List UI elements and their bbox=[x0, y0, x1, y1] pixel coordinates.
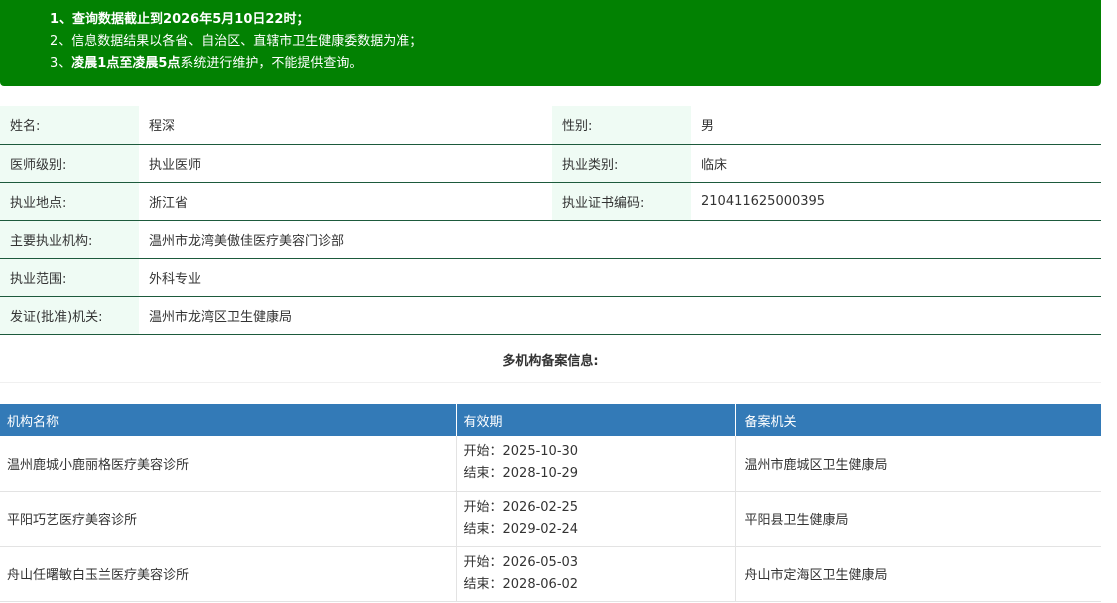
row-period: 开始：2026-05-03 结束：2028-06-02 bbox=[456, 546, 736, 602]
info-row-level: 医师级别: 执业医师 执业类别: 临床 bbox=[0, 144, 1101, 183]
period-start: 开始：2026-02-25 bbox=[463, 499, 579, 515]
org-label: 主要执业机构: bbox=[0, 220, 139, 259]
multi-org-table: 机构名称 有效期 备案机关 温州鹿城小鹿丽格医疗美容诊所 开始：2025-10-… bbox=[0, 404, 1101, 602]
authority-label: 发证(批准)机关: bbox=[0, 296, 139, 335]
notice-line-3-suffix: 系统进行维护，不能提供查询。 bbox=[180, 56, 363, 71]
notice-banner: 1、查询数据截止到2026年5月10日22时； 2、信息数据结果以各省、自治区、… bbox=[0, 0, 1101, 86]
location-label: 执业地点: bbox=[0, 182, 139, 221]
header-authority: 备案机关 bbox=[735, 404, 1101, 436]
row-authority: 舟山市定海区卫生健康局 bbox=[735, 546, 1101, 602]
category-label: 执业类别: bbox=[552, 144, 691, 183]
period-end: 结束：2028-10-29 bbox=[463, 466, 579, 482]
authority-value: 温州市龙湾区卫生健康局 bbox=[139, 296, 1101, 335]
row-org-name: 平阳巧艺医疗美容诊所 bbox=[0, 491, 457, 547]
org-value: 温州市龙湾美傲佳医疗美容门诊部 bbox=[139, 220, 1101, 259]
notice-line-1: 1、查询数据截止到2026年5月10日22时； bbox=[50, 12, 310, 27]
table-row: 温州鹿城小鹿丽格医疗美容诊所 开始：2025-10-30 结束：2028-10-… bbox=[0, 436, 1101, 492]
multi-org-header-row: 机构名称 有效期 备案机关 bbox=[0, 404, 1101, 436]
info-row-location: 执业地点: 浙江省 执业证书编码: 210411625000395 bbox=[0, 182, 1101, 221]
row-org-name: 温州鹿城小鹿丽格医疗美容诊所 bbox=[0, 436, 457, 492]
row-org-name: 舟山任曙敏白玉兰医疗美容诊所 bbox=[0, 546, 457, 602]
location-value: 浙江省 bbox=[139, 182, 552, 221]
level-label: 医师级别: bbox=[0, 144, 139, 183]
info-row-org: 主要执业机构: 温州市龙湾美傲佳医疗美容门诊部 bbox=[0, 220, 1101, 259]
name-label: 姓名: bbox=[0, 106, 139, 145]
notice-line-3: 3、凌晨1点至凌晨5点系统进行维护，不能提供查询。 bbox=[50, 56, 362, 72]
row-authority: 平阳县卫生健康局 bbox=[735, 491, 1101, 547]
period-start: 开始：2025-10-30 bbox=[463, 444, 579, 460]
table-row: 舟山任曙敏白玉兰医疗美容诊所 开始：2026-05-03 结束：2028-06-… bbox=[0, 546, 1101, 602]
multi-org-title: 多机构备案信息: bbox=[0, 342, 1101, 383]
doctor-info-table: 姓名: 程深 性别: 男 医师级别: 执业医师 执业类别: 临床 执业地点: 浙… bbox=[0, 106, 1101, 335]
info-row-scope: 执业范围: 外科专业 bbox=[0, 258, 1101, 297]
row-period: 开始：2026-02-25 结束：2029-02-24 bbox=[456, 491, 736, 547]
notice-line-3-prefix: 3、 bbox=[50, 56, 72, 71]
scope-label: 执业范围: bbox=[0, 258, 139, 297]
table-row: 平阳巧艺医疗美容诊所 开始：2026-02-25 结束：2029-02-24 平… bbox=[0, 491, 1101, 547]
cert-label: 执业证书编码: bbox=[552, 182, 691, 221]
period-start: 开始：2026-05-03 bbox=[463, 554, 579, 570]
row-authority: 温州市鹿城区卫生健康局 bbox=[735, 436, 1101, 492]
cert-value: 210411625000395 bbox=[691, 182, 1101, 221]
period-end: 结束：2029-02-24 bbox=[463, 521, 579, 537]
name-value: 程深 bbox=[139, 106, 552, 145]
header-period: 有效期 bbox=[456, 404, 736, 436]
info-row-authority: 发证(批准)机关: 温州市龙湾区卫生健康局 bbox=[0, 296, 1101, 335]
info-row-name: 姓名: 程深 性别: 男 bbox=[0, 106, 1101, 145]
gender-label: 性别: bbox=[552, 106, 691, 145]
period-end: 结束：2028-06-02 bbox=[463, 576, 579, 592]
level-value: 执业医师 bbox=[139, 144, 552, 183]
scope-value: 外科专业 bbox=[139, 258, 1101, 297]
notice-line-3-bold: 凌晨1点至凌晨5点 bbox=[71, 56, 181, 71]
gender-value: 男 bbox=[691, 106, 1101, 145]
notice-line-2: 2、信息数据结果以各省、自治区、直辖市卫生健康委数据为准； bbox=[50, 34, 423, 49]
row-period: 开始：2025-10-30 结束：2028-10-29 bbox=[456, 436, 736, 492]
header-org-name: 机构名称 bbox=[0, 404, 457, 436]
category-value: 临床 bbox=[691, 144, 1101, 183]
